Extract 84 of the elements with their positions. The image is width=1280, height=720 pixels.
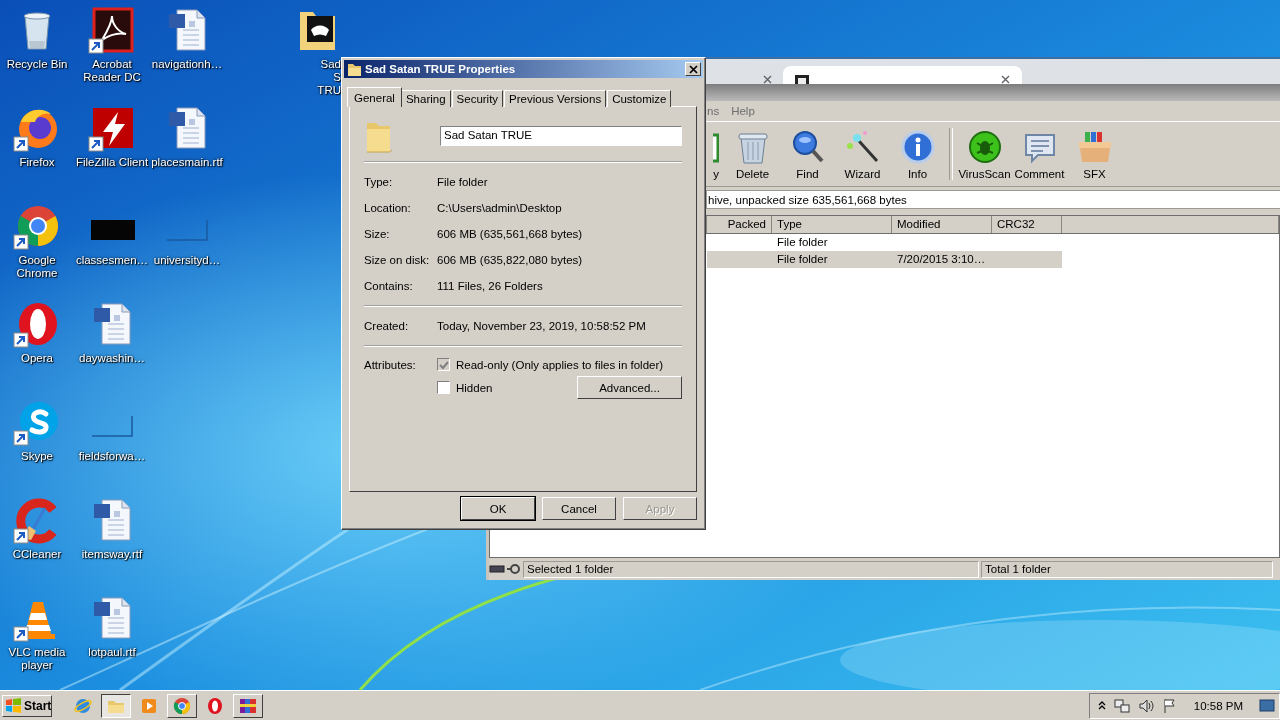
field-label: Created: [364,319,410,334]
column-header[interactable]: CRC32 [992,216,1062,233]
toolbar-button[interactable]: SFX [1067,129,1122,186]
browser-icon [173,696,191,715]
bug-icon [966,129,1003,165]
app-icon[interactable] [88,6,136,54]
checkbox-label[interactable]: Hidden [456,381,493,394]
taskbar-button[interactable] [101,693,131,718]
browser-tab[interactable] [783,66,1022,84]
speaker-icon[interactable] [1137,697,1154,714]
info-icon [899,129,936,165]
icon-label[interactable]: Google Chrome [0,254,74,280]
magic-wand-icon [844,129,881,165]
network-icon[interactable] [1113,697,1130,714]
books-icon [239,696,257,715]
table-row[interactable]: File folder [707,234,1062,251]
chevron-icon[interactable] [1097,700,1106,711]
column-header[interactable]: Type [772,216,892,233]
toolbar-button[interactable]: VirusScan [957,129,1012,186]
icon-label[interactable]: Sad S TRU [311,58,341,97]
field-label: Attributes: [364,357,417,373]
dialog-button[interactable]: Cancel [542,497,616,520]
show-desktop-icon[interactable] [1259,697,1275,714]
icon-label[interactable]: Recycle Bin [6,58,68,71]
advanced-button[interactable]: Advanced... [577,376,682,399]
play-icon [140,696,158,715]
icon-label[interactable]: Firefox [19,156,55,169]
icon-label[interactable]: placesmain.rtf [151,156,223,169]
column-header[interactable]: Packed [707,216,772,233]
app-icon [206,696,224,715]
close-button[interactable] [685,62,701,76]
field-label: Location: [364,201,412,216]
name-field[interactable]: Sad Satan TRUE [440,126,682,146]
toolbar-button[interactable]: y [706,129,725,186]
tab[interactable]: Previous Versions [504,90,607,107]
close-icon[interactable] [763,75,772,84]
check-icon [438,359,449,370]
table-cell-text: File folder [776,252,829,267]
toolbar-button[interactable]: Info [890,129,945,186]
drive-key-icon [489,562,521,576]
close-icon [688,64,698,74]
field-label: Contains: [364,279,414,294]
dialog-button[interactable]: OK [461,497,535,520]
selected-row[interactable]: File folder 7/20/2015 3:10… [707,251,1062,268]
close-icon[interactable] [1001,75,1010,84]
tab[interactable]: General [347,87,402,107]
status-text: Total 1 folder [981,560,1273,578]
icon-label[interactable]: Opera [21,352,53,365]
icon-label[interactable]: Acrobat Reader DC [75,58,149,84]
toolbar-button[interactable]: Comment [1012,129,1067,186]
window-title: Sad Satan TRUE Properties [365,63,517,75]
icon-label[interactable]: classesmen… [75,254,149,267]
field-value: 111 Files, 26 Folders [437,279,544,294]
field-value: Today, November 23, 2019, 10:58:52 PM [437,319,647,334]
tab[interactable]: Sharing [400,90,451,107]
column-header[interactable]: Modified [892,216,992,233]
icon-label[interactable]: navigationh… [151,58,223,71]
toolbar-button[interactable]: Delete [725,129,780,186]
tab[interactable]: Customize [607,90,672,107]
flag-icon[interactable] [1161,697,1176,714]
tab[interactable]: Security [451,90,504,107]
start-button[interactable]: Start [2,694,52,717]
folder-icon [347,61,361,77]
windows-logo-icon [5,697,22,714]
field-value: 606 MB (635,561,668 bytes) [437,227,584,242]
status-text: Selected 1 folder [523,560,979,578]
table-cell-text: File folder [776,235,829,250]
field-label: Size on disk: [364,253,431,268]
field-label: Size: [364,227,391,242]
toolbar-button[interactable]: Find [780,129,835,186]
browser-icon [74,696,92,715]
icon-label[interactable]: VLC media player [0,646,74,672]
table-cell-text: 7/20/2015 3:10… [896,252,987,267]
field-value: File folder [437,175,489,190]
field-label: Type: [364,175,394,190]
menu-item[interactable]: ns [707,105,720,117]
field-value: C:\Users\admin\Desktop [437,201,563,216]
icon-label[interactable]: universityd… [153,254,221,267]
icon-label[interactable]: FileZilla Client [75,156,149,169]
address-field[interactable]: hive, unpacked size 635,561,668 bytes [706,190,1280,209]
toolbar-button[interactable]: Wizard [835,129,890,186]
clock[interactable]: 10:58 PM [1193,699,1243,712]
checkbox[interactable] [437,381,450,394]
field-value: 606 MB (635,822,080 bytes) [437,253,584,268]
